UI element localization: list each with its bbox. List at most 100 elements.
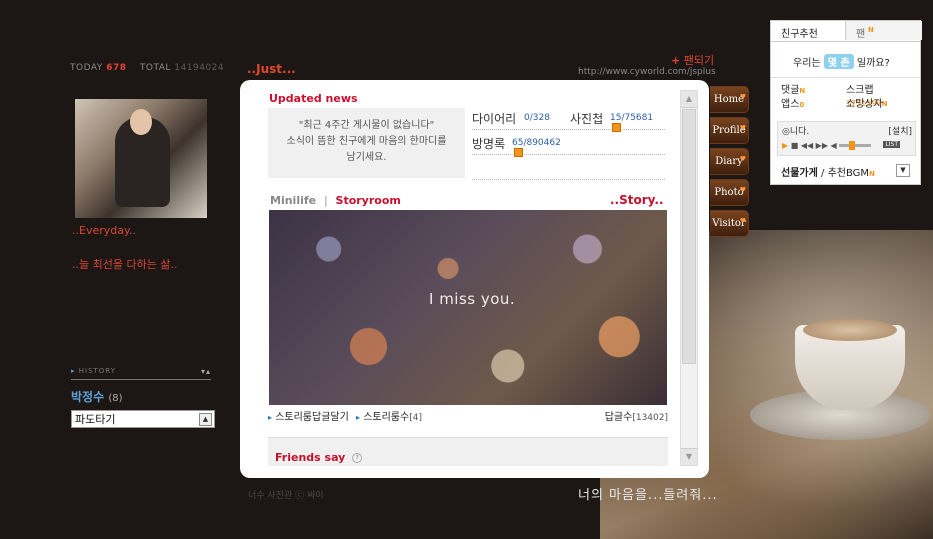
tab-separator: |: [323, 194, 328, 207]
guestbook-count: 65/890462: [512, 138, 561, 148]
guestbook-link[interactable]: 방명록: [472, 135, 505, 152]
homepage-url[interactable]: http://www.cyworld.com/jsplus: [578, 67, 716, 77]
bgm-title-text: 니다.: [789, 127, 810, 137]
reply-count: [13402]: [632, 413, 668, 423]
history-arrows-icon[interactable]: ▾▴: [201, 367, 211, 376]
prev-icon[interactable]: ◀◀: [801, 141, 813, 150]
friends-say-text: Friends say: [275, 451, 346, 464]
story-image[interactable]: I miss you.: [269, 210, 667, 405]
wish-box-link[interactable]: 소망상자: [846, 98, 883, 111]
story-reply-link[interactable]: 스토리룸답글달기: [275, 412, 349, 423]
heart-icon: ♥: [739, 124, 746, 132]
question-pre: 우리는: [793, 58, 821, 69]
reply-count-area: 답글수[13402]: [605, 408, 668, 423]
album-link[interactable]: 사진첩: [570, 110, 603, 127]
scroll-down-icon[interactable]: ▼: [681, 448, 697, 465]
bgm-title: ◎니다.: [782, 124, 809, 137]
nav-photo[interactable]: Photo ♥: [710, 179, 749, 206]
scroll-thumb[interactable]: [682, 109, 696, 364]
story-links: ▸ 스토리룸답글달기 ▸ 스토리룸수[4] 답글수[13402]: [268, 408, 668, 423]
story-count-link[interactable]: 스토리룸수: [363, 412, 409, 423]
comment-link[interactable]: 댓글: [781, 85, 799, 96]
disc-icon: ◎: [782, 127, 790, 137]
plus-icon: +: [671, 54, 681, 67]
wave-select[interactable]: 파도타기 ▲: [71, 410, 215, 428]
question-post: 일까요?: [856, 58, 890, 69]
fan-link[interactable]: + 팬되기: [671, 52, 714, 68]
speaker-icon: ◀: [830, 141, 837, 150]
story-count: [4]: [409, 413, 422, 423]
today-label: TODAY: [70, 63, 103, 73]
story-label: ..Story..: [610, 193, 664, 207]
tab-storyroom[interactable]: Storyroom: [336, 194, 401, 207]
main-panel: Updated news "최근 4주간 게시물이 없습니다" 소식이 뜸한 친…: [240, 80, 709, 478]
new-icon: N: [868, 26, 874, 34]
nav-home[interactable]: Home ♥: [710, 86, 749, 113]
heart-icon: ♥: [739, 186, 746, 194]
nav-diary[interactable]: Diary ♥: [710, 148, 749, 175]
footer-right: 너의 마음을...들려줘...: [578, 488, 718, 503]
owner-count: (8): [108, 393, 123, 404]
next-icon[interactable]: ▶▶: [816, 141, 828, 150]
gift-shop-label: 선물가게: [781, 168, 818, 179]
new-icon: N: [799, 87, 806, 95]
chevron-down-icon[interactable]: ▼: [896, 164, 910, 177]
history-triangle-icon: ▸: [71, 367, 76, 375]
tab-fan[interactable]: 팬 N: [845, 21, 922, 40]
apps-link[interactable]: 앱스: [781, 99, 799, 110]
content-counts: 다이어리 0/328 사진첩 15/75681 방명록 65/890462: [472, 105, 665, 180]
count-row-diary-album: 다이어리 0/328 사진첩 15/75681: [472, 105, 665, 132]
gift-separator: /: [821, 168, 825, 179]
heart-icon: ♥: [739, 155, 746, 163]
relation-question[interactable]: 우리는 몇 촌 일까요?: [793, 54, 890, 69]
story-tabs: Minilife | Storyroom: [270, 194, 401, 207]
nav-tabs: Home ♥ Profile ♥ Diary ♥ Photo ♥ Visitor ♥: [710, 86, 749, 241]
visitor-stats: TODAY 678 TOTAL 14194024: [70, 63, 224, 73]
owner-name[interactable]: 박정수 (8): [71, 388, 122, 405]
side-widget: 친구추천 팬 N 우리는 몇 촌 일까요? 댓글N 스크랩 1751597N 앱…: [770, 20, 922, 185]
widget-divider: [771, 77, 920, 78]
tab-minilife[interactable]: Minilife: [270, 194, 316, 207]
diary-link[interactable]: 다이어리: [472, 110, 516, 127]
widget-links: 댓글N 스크랩 1751597N 앱스0 소망상자: [781, 84, 916, 112]
list-button[interactable]: LIST: [883, 141, 900, 148]
bgm-install-button[interactable]: [설치]: [888, 124, 912, 137]
recommend-bgm-label: 추천BGM: [827, 168, 870, 179]
history-label: HISTORY: [78, 367, 116, 375]
photo-face: [130, 109, 152, 135]
total-label: TOTAL: [139, 63, 171, 73]
info-icon[interactable]: ?: [352, 453, 363, 463]
tab-fan-label: 팬: [856, 29, 866, 40]
panel-scrollbar[interactable]: ▲ ▼: [680, 90, 698, 466]
updated-line2: 소식이 뜸한 친구에게 마음의 한마디를: [286, 136, 447, 147]
new-icon: 0: [799, 101, 805, 109]
bgm-player: ◎니다. [설치] ▶ ■ ◀◀ ▶▶ ◀ LIST: [777, 121, 916, 156]
widget-tabs: 친구추천 팬 N: [771, 21, 922, 42]
volume-slider[interactable]: [839, 141, 872, 150]
nav-visitor[interactable]: Visitor ♥: [710, 210, 749, 237]
scroll-up-icon[interactable]: ▲: [681, 91, 697, 108]
count-row-empty: [472, 155, 665, 180]
tab-friend-recommend[interactable]: 친구추천: [781, 25, 818, 40]
nav-profile[interactable]: Profile ♥: [710, 117, 749, 144]
wave-arrow-icon[interactable]: ▲: [199, 413, 212, 426]
gift-shop-link[interactable]: 선물가게 / 추천BGMN: [781, 164, 875, 179]
profile-everyday: ..Everyday..: [72, 224, 136, 237]
updated-news-title: Updated news: [269, 92, 358, 105]
updated-line1: "최근 4주간 게시물이 없습니다": [298, 120, 435, 131]
nav-diary-label: Diary: [715, 156, 743, 167]
scrap-label: 스크랩: [846, 85, 874, 96]
bullet-icon: ▸: [356, 413, 361, 422]
just-label: ..Just...: [247, 62, 296, 76]
updated-news-box: "최근 4주간 게시물이 없습니다" 소식이 뜸한 친구에게 마음의 한마디를 …: [268, 108, 465, 178]
bullet-icon: ▸: [268, 413, 273, 422]
heart-icon: ♥: [739, 217, 746, 225]
history-bar[interactable]: ▸ HISTORY ▾▴: [71, 367, 211, 380]
reply-label: 답글수: [604, 412, 633, 423]
play-icon[interactable]: ▶: [782, 141, 788, 150]
profile-photo[interactable]: [75, 99, 207, 218]
diary-count: 0/328: [524, 113, 550, 123]
wave-select-value: 파도타기: [75, 413, 116, 426]
profile-motto: ..늘 최선을 다하는 삶..: [72, 258, 178, 271]
stop-icon[interactable]: ■: [791, 141, 799, 150]
